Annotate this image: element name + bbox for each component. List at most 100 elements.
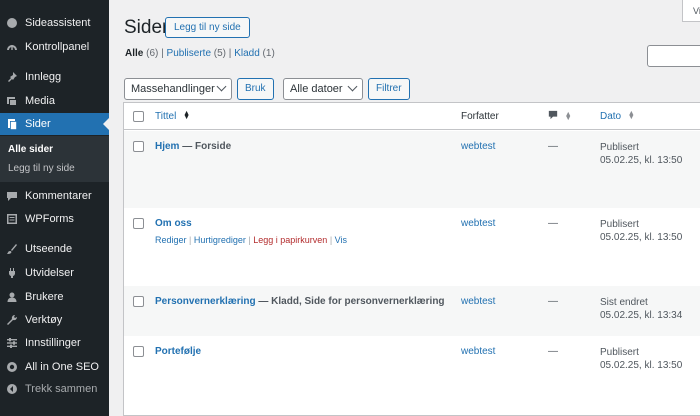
comment-count: — xyxy=(548,141,558,152)
view-all[interactable]: Alle xyxy=(125,48,143,59)
sidebar-item-label: Sider xyxy=(25,118,51,130)
select-all-checkbox[interactable] xyxy=(133,111,144,122)
sidebar-item-media[interactable]: Media xyxy=(0,90,109,112)
row-checkbox[interactable] xyxy=(133,296,144,307)
pages-submenu: Alle sider Legg til ny side xyxy=(0,136,109,182)
sidebar-item-label: Kommentarer xyxy=(25,190,92,202)
column-comments[interactable]: ▲ ▼ xyxy=(548,110,572,123)
collapse-menu-button[interactable]: Trekk sammen xyxy=(0,378,109,400)
page-state: — Forside xyxy=(179,141,232,152)
apply-button[interactable]: Bruk xyxy=(237,78,274,100)
sidebar-item-tools[interactable]: Verktøy xyxy=(0,309,109,331)
chevron-down-icon xyxy=(347,81,358,92)
date-cell: Sist endret 05.02.25, kl. 13:34 xyxy=(600,297,683,321)
date-cell: Publisert 05.02.25, kl. 13:50 xyxy=(600,347,683,371)
sidebar-item-label: Brukere xyxy=(25,291,64,303)
sidebar-item-label: Innstillinger xyxy=(25,337,81,349)
sidebar-item-dashboard[interactable]: Kontrollpanel xyxy=(0,36,109,58)
comment-count: — xyxy=(548,296,558,307)
table-row: Portefølje webtest — Publisert 05.02.25,… xyxy=(124,336,700,416)
dashboard-icon xyxy=(5,40,19,54)
date-filter-select[interactable]: Alle datoer xyxy=(283,78,363,100)
view-published[interactable]: Publiserte xyxy=(167,48,211,59)
sidebar-item-aioseo[interactable]: All in One SEO xyxy=(0,356,109,378)
sidebar-item-label: WPForms xyxy=(25,213,74,225)
collapse-icon xyxy=(5,382,19,396)
sidebar-item-site-assistant[interactable]: Sideassistent xyxy=(0,12,109,34)
plugin-icon xyxy=(5,266,19,280)
admin-sidebar: Sideassistent Kontrollpanel Innlegg Medi… xyxy=(0,0,109,416)
sidebar-item-label: Sideassistent xyxy=(25,17,91,29)
page-title: Sider xyxy=(124,17,169,38)
column-title[interactable]: Tittel ▲ ▼ xyxy=(155,110,191,122)
sidebar-item-label: All in One SEO xyxy=(25,361,99,373)
row-checkbox[interactable] xyxy=(133,218,144,229)
page-title-link[interactable]: Om oss xyxy=(155,218,192,229)
author-link[interactable]: webtest xyxy=(461,296,495,307)
seo-icon xyxy=(5,360,19,374)
screen-options-tab[interactable]: Vi xyxy=(682,0,700,22)
sidebar-item-label: Innlegg xyxy=(25,71,62,83)
sidebar-item-label: Utvidelser xyxy=(25,267,74,279)
wrench-icon xyxy=(5,313,19,327)
column-date[interactable]: Dato ▲ ▼ xyxy=(600,110,635,122)
sidebar-item-users[interactable]: Brukere xyxy=(0,286,109,308)
author-link[interactable]: webtest xyxy=(461,346,495,357)
submenu-all-pages[interactable]: Alle sider xyxy=(8,144,53,155)
main-content: Sider Legg til ny side Vi Alle (6) | Pub… xyxy=(109,0,700,416)
sidebar-item-wpforms[interactable]: WPForms xyxy=(0,208,109,230)
sidebar-item-posts[interactable]: Innlegg xyxy=(0,66,109,88)
collapse-label: Trekk sammen xyxy=(25,383,98,395)
sidebar-item-plugins[interactable]: Utvidelser xyxy=(0,262,109,284)
page-title-link[interactable]: Personvernerklæring xyxy=(155,296,256,307)
view-draft[interactable]: Kladd xyxy=(234,48,260,59)
sort-icon: ▲ ▼ xyxy=(627,110,635,122)
author-link[interactable]: webtest xyxy=(461,141,495,152)
row-checkbox[interactable] xyxy=(133,346,144,357)
sidebar-item-label: Utseende xyxy=(25,243,73,255)
page-state: — Kladd, Side for personvernerklæring xyxy=(255,296,445,307)
sidebar-item-comments[interactable]: Kommentarer xyxy=(0,185,109,207)
filter-button[interactable]: Filtrer xyxy=(368,78,410,100)
sidebar-item-appearance[interactable]: Utseende xyxy=(0,238,109,260)
sidebar-item-label: Media xyxy=(25,95,55,107)
table-row: Hjem — Forside webtest — Publisert 05.02… xyxy=(124,131,700,208)
media-icon xyxy=(5,94,19,108)
row-checkbox[interactable] xyxy=(133,141,144,152)
pages-table: Tittel ▲ ▼ Forfatter ▲ ▼ Dato ▲ ▼ Hjem — Fo… xyxy=(123,102,700,416)
comment-count: — xyxy=(548,218,558,229)
sidebar-item-label: Verktøy xyxy=(25,314,63,326)
date-cell: Publisert 05.02.25, kl. 13:50 xyxy=(600,219,683,243)
add-new-page-button[interactable]: Legg til ny side xyxy=(165,17,250,38)
edit-link[interactable]: Rediger xyxy=(155,235,187,245)
table-row: Om oss Rediger | Hurtigrediger | Legg i … xyxy=(124,208,700,286)
sidebar-item-label: Kontrollpanel xyxy=(25,41,90,53)
view-link[interactable]: Vis xyxy=(335,235,347,245)
brush-icon xyxy=(5,242,19,256)
search-input[interactable] xyxy=(647,45,700,67)
sort-icon: ▲ ▼ xyxy=(564,111,572,123)
page-title-link[interactable]: Portefølje xyxy=(155,346,201,357)
page-title-link[interactable]: Hjem xyxy=(155,141,179,152)
site-assistant-icon xyxy=(5,16,19,30)
quick-edit-link[interactable]: Hurtigrediger xyxy=(194,235,246,245)
submenu-add-new-page[interactable]: Legg til ny side xyxy=(8,163,75,174)
comment-bubble-icon xyxy=(548,110,558,120)
wpforms-icon xyxy=(5,212,19,226)
comment-count: — xyxy=(548,346,558,357)
bulk-actions-select[interactable]: Massehandlinger xyxy=(124,78,232,100)
view-filters: Alle (6) | Publiserte (5) | Kladd (1) xyxy=(125,48,275,59)
pin-icon xyxy=(5,70,19,84)
column-author: Forfatter xyxy=(461,111,499,122)
author-link[interactable]: webtest xyxy=(461,218,495,229)
settings-icon xyxy=(5,336,19,350)
trash-link[interactable]: Legg i papirkurven xyxy=(253,235,327,245)
chevron-down-icon xyxy=(216,81,227,92)
sidebar-item-pages[interactable]: Sider xyxy=(0,113,109,135)
sidebar-item-settings[interactable]: Innstillinger xyxy=(0,332,109,354)
pages-icon xyxy=(5,117,19,131)
sort-icon: ▲ ▼ xyxy=(183,110,191,122)
comments-icon xyxy=(5,189,19,203)
date-cell: Publisert 05.02.25, kl. 13:50 xyxy=(600,142,683,166)
users-icon xyxy=(5,290,19,304)
